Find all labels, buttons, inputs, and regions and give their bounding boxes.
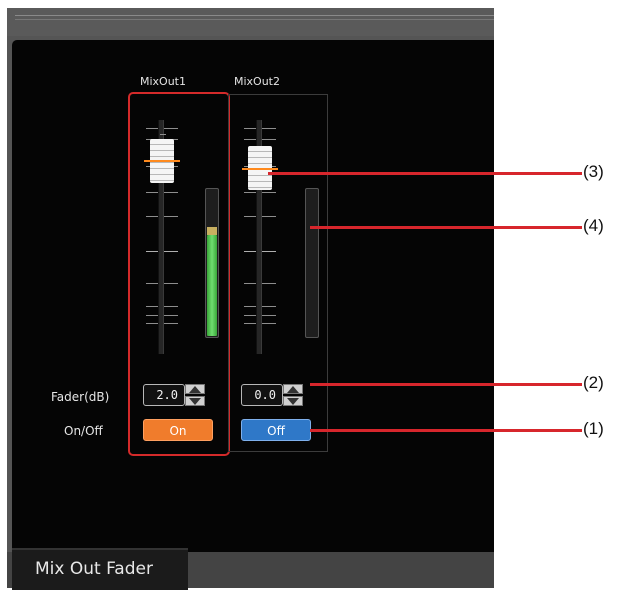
title-bar-divider <box>15 15 494 20</box>
mixout1-fader[interactable] <box>134 108 194 358</box>
fader-knob-center-line <box>144 160 180 162</box>
mixout1-meter-fill <box>207 235 217 336</box>
meter-peak-segment <box>207 227 217 235</box>
spin-down-button[interactable] <box>283 396 303 406</box>
channel-name-mixout2: MixOut2 <box>234 75 280 88</box>
mixout2-fader-knob[interactable] <box>242 146 278 190</box>
spin-up-button[interactable] <box>185 384 205 394</box>
arrow-up-icon <box>287 386 299 393</box>
callout-2: (2) <box>583 373 604 392</box>
mixout2-fader-value-input[interactable]: 0.0 <box>241 384 283 406</box>
fader-knob-center-line <box>242 168 278 170</box>
tab-label: Mix Out Fader <box>35 559 153 579</box>
mixout1-fader-spinner[interactable] <box>185 384 205 406</box>
callout-4-leader <box>310 226 582 229</box>
mixout2-onoff-button[interactable]: Off <box>241 419 311 441</box>
mixout2-fader[interactable] <box>234 108 294 358</box>
mixout1-onoff-button[interactable]: On <box>143 419 213 441</box>
mixout1-fader-knob[interactable] <box>144 139 180 183</box>
callout-1-leader <box>310 429 582 432</box>
fader-area: MixOut1 MixOut2 Fader(dB) On/Off 2.0 0.0… <box>12 40 494 554</box>
fader-tick <box>160 134 166 135</box>
arrow-up-icon <box>189 386 201 393</box>
arrow-down-icon <box>189 398 201 405</box>
mixout1-fader-value-input[interactable]: 2.0 <box>143 384 185 406</box>
channel-name-mixout1: MixOut1 <box>140 75 186 88</box>
callout-1: (1) <box>583 419 604 438</box>
spin-up-button[interactable] <box>283 384 303 394</box>
mixout1-level-meter <box>205 188 219 338</box>
callout-3: (3) <box>583 162 604 181</box>
panel-title-bar <box>7 8 494 36</box>
arrow-down-icon <box>287 398 299 405</box>
mix-out-panel: MixOut1 MixOut2 Fader(dB) On/Off 2.0 0.0… <box>7 8 494 590</box>
mixout2-level-meter <box>305 188 319 338</box>
spin-down-button[interactable] <box>185 396 205 406</box>
callout-2-leader <box>310 383 582 386</box>
fader-db-label: Fader(dB) <box>51 390 110 404</box>
onoff-label: On/Off <box>64 424 103 438</box>
mixout2-fader-spinner[interactable] <box>283 384 303 406</box>
tab-mix-out-fader[interactable]: Mix Out Fader <box>12 548 188 590</box>
callout-4: (4) <box>583 216 604 235</box>
callout-3-leader <box>268 172 582 175</box>
